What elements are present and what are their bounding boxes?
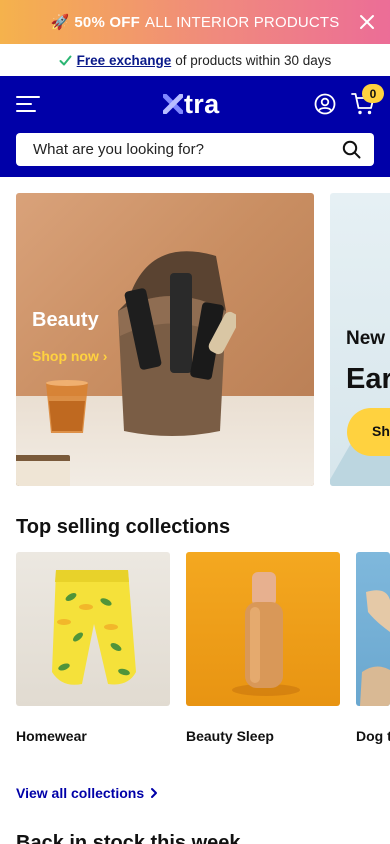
chevron-right-icon: [151, 788, 158, 798]
hero-book-image: [16, 455, 70, 486]
logo-x-mark: [163, 94, 183, 114]
hero2-shop-button[interactable]: Sh: [347, 408, 390, 456]
hero-shop-now-link[interactable]: Shop now ›: [32, 348, 107, 364]
view-all-collections-link[interactable]: View all collections: [16, 785, 158, 801]
logo[interactable]: tra: [163, 88, 219, 120]
free-exchange-link[interactable]: Free exchange: [77, 53, 172, 68]
cart-count-badge: 0: [362, 84, 384, 103]
logo-text: tra: [184, 88, 220, 119]
search-icon[interactable]: [342, 140, 361, 159]
promo-banner[interactable]: 🚀 50% OFF ALL INTERIOR PRODUCTS: [0, 0, 390, 44]
collection-thumb: [356, 552, 390, 706]
hamburger-menu-icon[interactable]: [16, 94, 40, 114]
user-account-icon[interactable]: [314, 93, 336, 115]
site-header: tra 0: [0, 76, 390, 177]
hero2-title: New: [346, 328, 386, 349]
collection-card-dog[interactable]: Dog t: [356, 552, 390, 744]
pajama-pants-image: [52, 570, 136, 685]
search-bar: [16, 133, 374, 166]
foundation-bottle-image: [232, 572, 300, 696]
collection-thumb: [16, 552, 170, 706]
close-icon[interactable]: [358, 13, 376, 31]
hero-slide-beauty[interactable]: Beauty Shop now ›: [16, 193, 314, 486]
promo-highlight: 50% OFF: [74, 13, 140, 31]
hero2-headline: Ear: [346, 363, 390, 395]
collection-card-homewear[interactable]: Homewear: [16, 552, 170, 744]
back-in-stock-heading: Back in stock this week: [16, 832, 241, 844]
exchange-text: of products within 30 days: [175, 52, 332, 68]
chevron-right-icon: ›: [102, 348, 108, 364]
hero-title: Beauty: [32, 309, 99, 331]
collection-label: Dog t: [356, 728, 390, 744]
rocket-icon: 🚀: [50, 14, 70, 31]
hero-link-label: Shop now: [32, 348, 99, 364]
glass-image: [46, 380, 88, 433]
view-all-label: View all collections: [16, 785, 145, 801]
search-input[interactable]: [33, 141, 323, 158]
collections-heading: Top selling collections: [16, 516, 231, 538]
collection-label: Homewear: [16, 728, 87, 744]
check-icon: [59, 55, 72, 65]
collection-thumb: [186, 552, 340, 706]
collection-label: Beauty Sleep: [186, 728, 274, 744]
collection-card-beauty-sleep[interactable]: Beauty Sleep: [186, 552, 340, 744]
promo-text: ALL INTERIOR PRODUCTS: [144, 13, 340, 31]
dog-image: [360, 590, 390, 706]
exchange-notice: Free exchange of products within 30 days: [0, 44, 390, 76]
cosmetic-bag-image: [118, 251, 236, 436]
hero-slide-next[interactable]: New Ear Sh: [330, 193, 390, 486]
